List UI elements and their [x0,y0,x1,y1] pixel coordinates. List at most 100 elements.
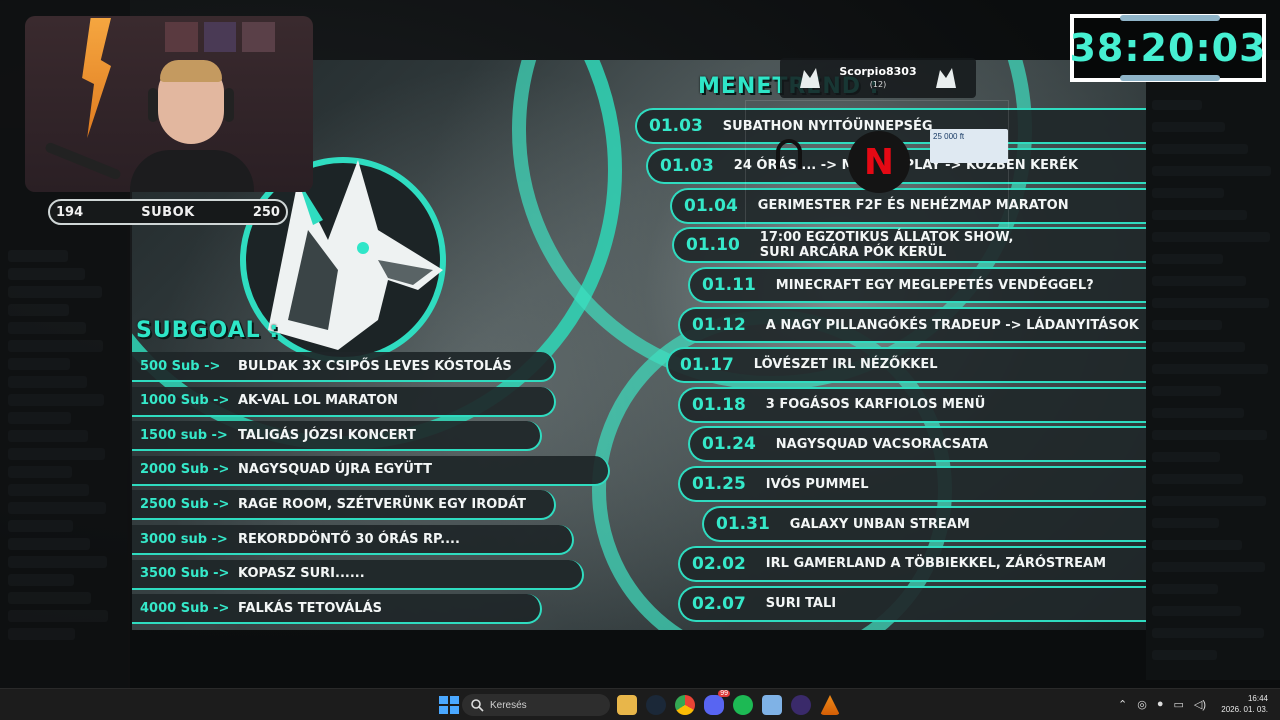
sub-goal-count: 250 [252,204,280,220]
schedule-event: SURI TALI [765,596,837,612]
background-blur-row [1152,144,1248,154]
background-blur-row [8,394,104,406]
background-blur-row [8,304,69,316]
netflix-icon: N [848,131,910,193]
headset-icon [776,139,802,169]
background-blur-row [1152,430,1267,440]
schedule-date: 02.02 [692,553,746,574]
background-blur-row [8,592,91,604]
spotify-icon[interactable] [733,695,753,715]
schedule-date: 01.03 [660,155,714,176]
schedule-event: 17:00 EGZOTIKUS ÁLLATOK SHOW, SURI ARCÁR… [759,230,1014,261]
background-blur-row [1152,386,1221,396]
background-app-chat [1146,60,1280,680]
timer-bottom-bar [1120,75,1220,81]
taskbar-search-box[interactable]: Keresés [462,694,610,716]
subgoal-title: SUBGOAL : [136,318,280,343]
background-blur-row [1152,166,1271,176]
background-blur-row [8,538,90,550]
background-blur-row [8,466,72,478]
clock[interactable]: 16:44 2026. 01. 03. [1212,694,1268,714]
schedule-event: NAGYSQUAD VACSORACSATA [775,436,989,452]
notepad-icon[interactable] [762,695,782,715]
subgoal-row: 500 Sub -> BULDAK 3X CSIPŐS LEVES KÓSTOLÁ… [132,352,556,382]
background-blur-row [1152,650,1217,660]
subgoal-amount: 500 Sub -> [140,358,221,374]
schedule-row: 01.11 MINECRAFT EGY MEGLEPETÉS VENDÉGGEL? [688,267,1146,304]
subgoal-amount: 3500 Sub -> [140,566,230,582]
schedule-date: 01.18 [692,394,746,415]
background-blur-row [1152,320,1222,330]
background-blur-row [8,574,74,586]
background-blur-row [1152,496,1266,506]
system-tray[interactable]: ⌃ ◎ ● ▭ ◁) [1118,698,1206,711]
sub-bar-label: SUBOK [141,204,195,220]
background-blur-row [8,250,68,262]
volume-icon[interactable]: ◁) [1194,698,1206,711]
schedule-date: 01.11 [702,275,756,296]
background-blur-row [1152,474,1243,484]
subgoal-text: AK-VAL LOL MARATON [238,393,399,409]
subgoal-row: 3000 sub -> REKORDDÖNTŐ 30 ÓRÁS RP.... [132,525,574,555]
subgoal-amount: 2000 Sub -> [140,462,230,478]
background-blur-row [1152,540,1242,550]
timer-top-bar [1120,15,1220,21]
sub-goal-progress-bar: 194 SUBOK 250 [48,199,288,225]
schedule-event: IRL GAMERLAND A TÖBBIEKKEL, ZÁRÓSTREAM [765,556,1107,572]
schedule-date: 01.25 [692,474,746,495]
background-blur-row [8,376,87,388]
network-icon[interactable]: ◎ [1137,698,1147,711]
desktop: SUBGOAL : MENETREND : 500 Sub ->BULDAK 3… [0,0,1280,720]
search-icon [471,699,484,712]
subgoal-text: TALIGÁS JÓZSI KONCERT [238,427,416,443]
streamer [130,60,254,192]
schedule-row: 01.10 17:00 EGZOTIKUS ÁLLATOK SHOW, SURI … [672,227,1146,264]
chrome-icon[interactable] [675,695,695,715]
chevron-up-icon[interactable]: ⌃ [1118,698,1127,711]
clock-date: 2026. 01. 03. [1221,705,1268,714]
background-blur-row [8,484,89,496]
schedule-row: 01.25 IVÓS PUMMEL [678,466,1146,503]
steam-icon[interactable] [646,695,666,715]
schedule-row: 02.02 IRL GAMERLAND A TÖBBIEKKEL, ZÁRÓSTR… [678,545,1146,582]
background-blur-row [1152,518,1219,528]
subgoal-row: 3500 Sub -> KOPASZ SURI...... [132,559,584,590]
subgoal-amount: 1000 Sub -> [140,393,230,409]
background-blur-row [1152,254,1223,264]
timer-value: 38:20:03 [1069,26,1267,70]
background-blur-row [1152,122,1225,132]
schedule-event: A NAGY PILLANGÓKÉS TRADEUP -> LÁDANYITÁS… [765,317,1139,333]
background-blur-row [8,610,108,622]
background-blur-row [1152,606,1241,616]
background-blur-row [1152,188,1224,198]
subgoal-amount: 2500 Sub -> [140,496,230,512]
file-explorer-icon[interactable] [617,695,637,715]
schedule-row: 02.07 SURI TALI [678,585,1146,622]
schedule-event: MINECRAFT EGY MEGLEPETÉS VENDÉGGEL? [775,277,1094,293]
monitor-icon[interactable]: ▭ [1173,698,1183,711]
subgoal-text: FALKÁS TETOVÁLÁS [238,600,383,616]
schedule-row: 01.17 LÖVÉSZET IRL NÉZŐKKEL [666,346,1146,383]
alert-username: Scorpio8303 [839,65,917,78]
background-blur-row [1152,628,1264,638]
schedule-date: 01.17 [680,354,734,375]
app-icon[interactable] [791,695,811,715]
reward-wheel-grid: N 25 000 ft [745,100,1009,228]
schedule-date: 01.24 [702,434,756,455]
schedule-row: 01.18 3 FOGÁSOS KARFIOLOS MENÜ [678,386,1146,423]
clock-time: 16:44 [1247,694,1268,703]
discord-tray-icon[interactable]: ● [1157,698,1164,711]
background-blur-row [8,358,70,370]
background-blur-row [8,628,75,640]
schedule-date: 01.31 [716,514,770,534]
background-blur-row [8,340,103,352]
background-blur-row [1152,298,1269,308]
alert-count: (12) [869,80,887,89]
discord-icon[interactable]: 99 [704,690,730,715]
subgoal-text: REKORDDÖNTŐ 30 ÓRÁS RP.... [238,531,460,547]
background-blur-row [1152,100,1202,110]
windows-start-icon[interactable] [438,695,459,715]
background-blur-row [8,322,86,334]
subgoal-amount: 3000 sub -> [140,531,228,547]
vlc-icon[interactable] [820,695,840,715]
